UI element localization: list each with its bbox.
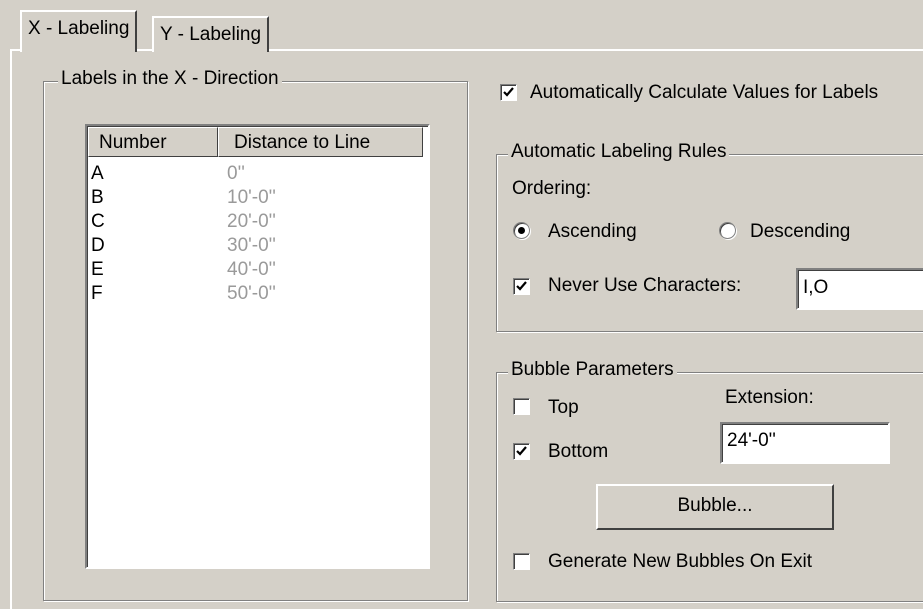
tab-label: Y - Labeling — [160, 24, 262, 45]
tab-x-labeling[interactable]: X - Labeling — [20, 10, 138, 52]
tab-panel — [10, 49, 923, 609]
tab-y-labeling[interactable]: Y - Labeling — [152, 16, 270, 52]
tab-label: X - Labeling — [28, 18, 130, 39]
